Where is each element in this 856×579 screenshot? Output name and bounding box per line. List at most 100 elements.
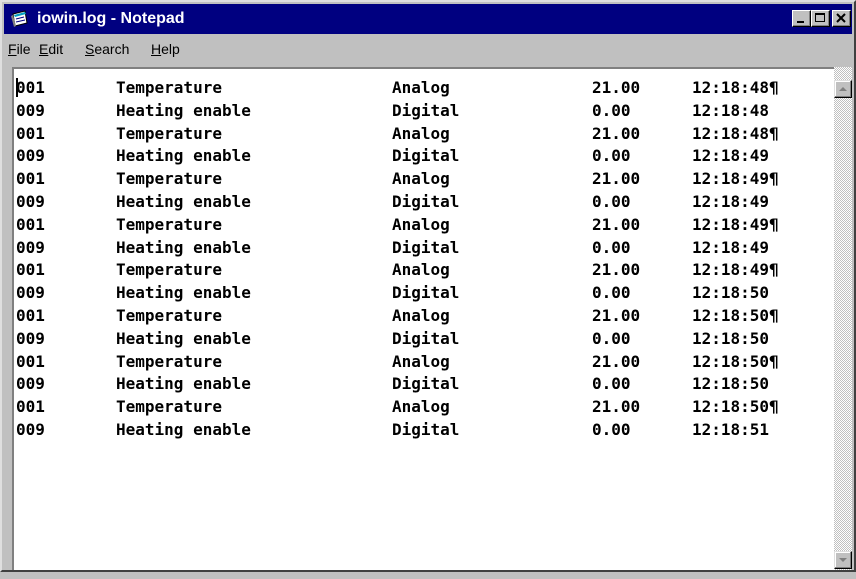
menu-edit[interactable]: Edit [39, 41, 63, 57]
menu-bar: File Edit Search Help [4, 35, 852, 63]
channel-type: Digital [392, 419, 460, 439]
channel-name: Heating enable [116, 374, 251, 394]
window-title: iowin.log - Notepad [37, 10, 185, 27]
vertical-scrollbar[interactable] [834, 67, 852, 570]
channel-type: Analog [392, 260, 450, 280]
channel-type: Analog [392, 305, 450, 325]
channel-type: Analog [392, 351, 450, 371]
channel-type: Analog [392, 214, 450, 234]
channel-id: 009 [16, 328, 45, 348]
timestamp: 12:18:49¶ [692, 214, 779, 234]
timestamp: 12:18:49 [692, 237, 770, 257]
maximize-button[interactable] [811, 10, 830, 27]
channel-name: Temperature [116, 123, 222, 143]
log-line: 001 Temperature Analog 21.00 12:18:49¶ [16, 168, 779, 191]
minimize-icon [797, 21, 804, 23]
timestamp: 12:18:49 [692, 146, 770, 166]
text-editor[interactable]: 001 Temperature Analog 21.00 12:18:48¶ 0… [12, 67, 834, 570]
channel-value: 0.00 [592, 100, 631, 120]
channel-type: Digital [392, 191, 460, 211]
channel-name: Heating enable [116, 146, 251, 166]
channel-value: 0.00 [592, 328, 631, 348]
close-icon [836, 13, 846, 23]
log-line: 001 Temperature Analog 21.00 12:18:49¶ [16, 259, 779, 282]
channel-id: 009 [16, 191, 45, 211]
channel-type: Digital [392, 283, 460, 303]
channel-type: Analog [392, 397, 450, 417]
channel-id: 009 [16, 283, 45, 303]
channel-value: 0.00 [592, 374, 631, 394]
timestamp: 12:18:50 [692, 374, 770, 394]
channel-id: 001 [16, 305, 45, 325]
channel-name: Temperature [116, 260, 222, 280]
channel-id: 001 [16, 351, 45, 371]
timestamp: 12:18:48¶ [692, 123, 779, 143]
log-line: 009 Heating enable Digital 0.00 12:18:49 [16, 145, 769, 168]
channel-value: 0.00 [592, 146, 631, 166]
timestamp: 12:18:48¶ [692, 78, 779, 97]
channel-value: 21.00 [592, 351, 641, 371]
channel-name: Temperature [116, 397, 222, 417]
log-line: 009 Heating enable Digital 0.00 12:18:51 [16, 419, 769, 442]
channel-name: Heating enable [116, 419, 251, 439]
channel-name: Temperature [116, 305, 222, 325]
channel-id: 009 [16, 237, 45, 257]
title-bar[interactable]: iowin.log - Notepad [4, 4, 852, 34]
timestamp: 12:18:49¶ [692, 260, 779, 280]
log-line: 009 Heating enable Digital 0.00 12:18:50 [16, 328, 769, 351]
log-line: 001 Temperature Analog 21.00 12:18:48¶ [16, 77, 779, 100]
channel-name: Temperature [116, 351, 222, 371]
scroll-down-button[interactable] [834, 551, 852, 569]
channel-name: Heating enable [116, 328, 251, 348]
channel-type: Digital [392, 374, 460, 394]
channel-value: 21.00 [592, 305, 641, 325]
notepad-window: iowin.log - Notepad File Edit Search Hel… [0, 0, 856, 572]
timestamp: 12:18:50¶ [692, 397, 779, 417]
channel-value: 21.00 [592, 214, 641, 234]
timestamp: 12:18:49 [692, 191, 770, 211]
channel-type: Digital [392, 100, 460, 120]
channel-name: Heating enable [116, 100, 251, 120]
scroll-up-button[interactable] [834, 80, 852, 98]
log-line: 001 Temperature Analog 21.00 12:18:48¶ [16, 123, 779, 146]
menu-file[interactable]: File [8, 41, 31, 57]
channel-type: Analog [392, 169, 450, 189]
channel-value: 0.00 [592, 419, 631, 439]
channel-id: 009 [16, 419, 45, 439]
timestamp: 12:18:49¶ [692, 169, 779, 189]
log-line: 001 Temperature Analog 21.00 12:18:50¶ [16, 396, 779, 419]
menu-search[interactable]: Search [85, 41, 129, 57]
channel-value: 21.00 [592, 169, 641, 189]
close-button[interactable] [832, 10, 851, 27]
scroll-down-arrow-icon [839, 558, 847, 562]
timestamp: 12:18:50 [692, 328, 770, 348]
channel-type: Analog [392, 78, 450, 97]
notepad-icon[interactable] [10, 10, 30, 28]
channel-id: 001 [16, 214, 45, 234]
channel-name: Temperature [116, 169, 222, 189]
channel-name: Temperature [116, 78, 222, 97]
channel-name: Heating enable [116, 283, 251, 303]
channel-id: 009 [16, 100, 45, 120]
channel-value: 21.00 [592, 78, 641, 97]
log-line: 009 Heating enable Digital 0.00 12:18:48 [16, 100, 769, 123]
channel-value: 0.00 [592, 283, 631, 303]
log-line: 001 Temperature Analog 21.00 12:18:50¶ [16, 305, 779, 328]
channel-id: 009 [16, 146, 45, 166]
timestamp: 12:18:50 [692, 283, 770, 303]
minimize-button[interactable] [792, 10, 811, 27]
channel-value: 21.00 [592, 123, 641, 143]
timestamp: 12:18:50¶ [692, 305, 779, 325]
timestamp: 12:18:48 [692, 100, 770, 120]
scroll-up-arrow-icon [839, 87, 847, 91]
log-line: 001 Temperature Analog 21.00 12:18:49¶ [16, 214, 779, 237]
log-line: 009 Heating enable Digital 0.00 12:18:50 [16, 282, 769, 305]
channel-name: Heating enable [116, 191, 251, 211]
channel-id: 001 [16, 169, 45, 189]
channel-name: Temperature [116, 214, 222, 234]
channel-type: Digital [392, 237, 460, 257]
menu-help[interactable]: Help [151, 41, 180, 57]
channel-id: 009 [16, 374, 45, 394]
maximize-icon [815, 13, 825, 22]
timestamp: 12:18:51 [692, 419, 770, 439]
